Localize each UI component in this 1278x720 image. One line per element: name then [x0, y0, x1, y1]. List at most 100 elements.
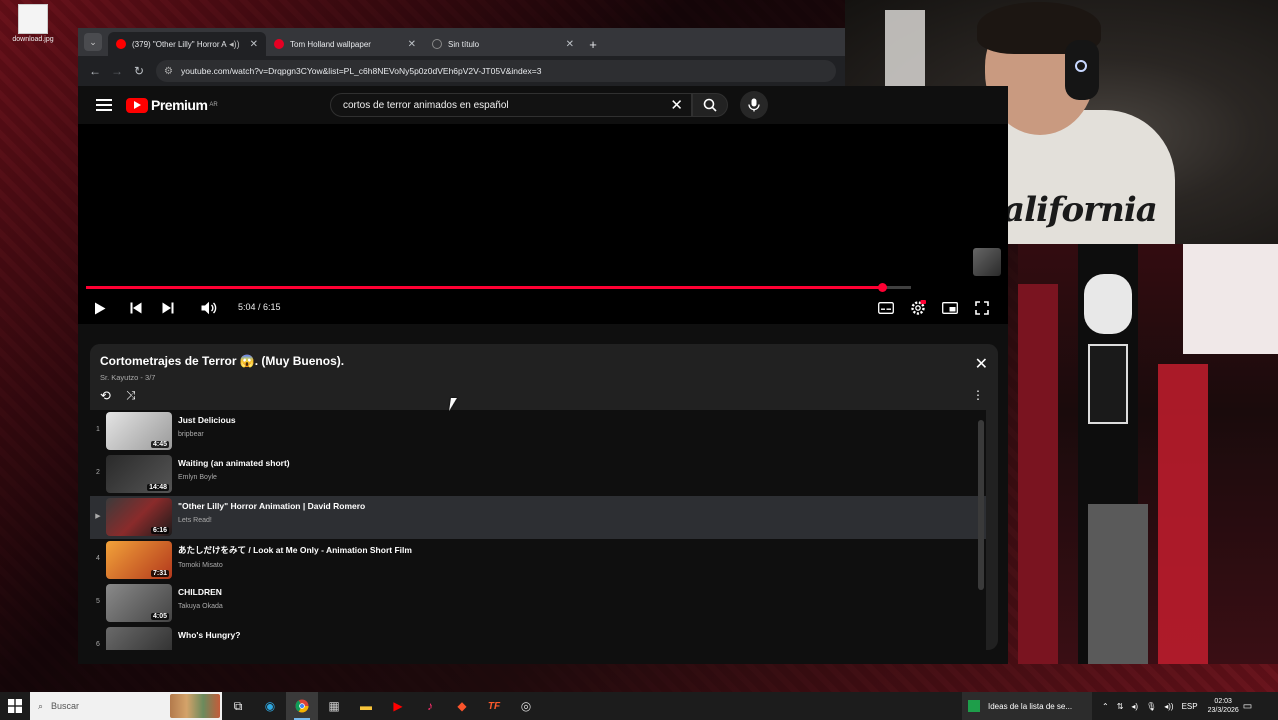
language-indicator[interactable]: ESP: [1182, 702, 1198, 711]
speaker-tray-icon[interactable]: ◂)): [1164, 702, 1173, 711]
video-title[interactable]: Who's Hungry?: [178, 630, 240, 640]
search-query-text: cortos de terror animados en español: [343, 99, 509, 111]
search-icon: [703, 98, 717, 112]
loop-playlist-icon[interactable]: ⟲: [100, 388, 111, 404]
youtube-app-icon[interactable]: ▶: [382, 692, 414, 720]
playlist-item[interactable]: 1 4:45 Just Delicious bripbear: [90, 410, 986, 453]
desktop-file-label: download.jpg: [12, 36, 54, 43]
art-red-sign: [1158, 364, 1208, 664]
clear-search-icon[interactable]: ✕: [670, 96, 683, 114]
playlist-item-index: 6: [96, 641, 100, 648]
previous-button[interactable]: [126, 298, 146, 318]
youtube-logo[interactable]: Premium AR: [126, 97, 218, 113]
new-tab-plus-icon[interactable]: +: [582, 32, 604, 56]
video-title[interactable]: Just Delicious: [178, 415, 236, 425]
video-duration: 4:05: [150, 613, 169, 620]
more-options-icon[interactable]: ⋮: [972, 388, 984, 402]
microphone-icon: [748, 98, 760, 112]
notification-center-icon[interactable]: ▭: [1243, 701, 1252, 712]
gear-icon: [911, 300, 926, 315]
channel-watermark[interactable]: [973, 248, 1001, 276]
playlist-item-current[interactable]: ▶ 6:16 "Other Lilly" Horror Animation | …: [90, 496, 986, 539]
forward-arrow-icon[interactable]: →: [106, 60, 128, 82]
video-thumbnail[interactable]: 7:31: [106, 541, 172, 579]
mic-tray-icon[interactable]: 🎙: [1146, 702, 1156, 711]
audio-playing-icon[interactable]: ◂)): [229, 39, 240, 50]
video-title[interactable]: "Other Lilly" Horror Animation | David R…: [178, 501, 365, 511]
task-view-icon[interactable]: ⧉: [222, 692, 254, 720]
address-bar[interactable]: ⚙ youtube.com/watch?v=Drqpgn3CYow&list=P…: [156, 60, 836, 82]
running-app-title: Ideas de la lista de se...: [988, 701, 1073, 711]
tiktok-icon[interactable]: ♪: [414, 692, 446, 720]
playlist-item[interactable]: 2 14:48 Waiting (an animated short) Emly…: [90, 453, 986, 496]
image-file-icon: [18, 4, 48, 34]
video-title[interactable]: Waiting (an animated short): [178, 458, 290, 468]
playlist-item[interactable]: 4 7:31 あたしだけをみて / Look at Me Only - Anim…: [90, 539, 986, 582]
reload-icon[interactable]: ↻: [128, 60, 150, 82]
back-arrow-icon[interactable]: ←: [84, 60, 106, 82]
video-channel: Takuya Okada: [178, 603, 223, 610]
running-app-button[interactable]: Ideas de la lista de se...: [962, 692, 1092, 720]
playlist-scrollbar[interactable]: [978, 420, 984, 590]
volume-tray-icon[interactable]: ◂): [1131, 702, 1138, 711]
video-duration: 4:45: [150, 441, 169, 448]
miniplayer-button[interactable]: [940, 298, 960, 318]
voice-search-button[interactable]: [740, 91, 768, 119]
fl-studio-icon[interactable]: TF: [478, 692, 510, 720]
search-input[interactable]: cortos de terror animados en español ✕: [330, 93, 692, 117]
obs-recording-icon[interactable]: ◎: [510, 692, 542, 720]
tab-pinterest[interactable]: Tom Holland wallpaper ✕: [266, 32, 424, 56]
edge-browser-icon[interactable]: ◉: [254, 692, 286, 720]
system-tray: ⌃ ⇅ ◂) 🎙 ◂)) ESP 02:03 23/3/2026 ▭: [1098, 697, 1256, 715]
tab-strip: ⌄ (379) "Other Lilly" Horror A ◂)) ✕ Tom…: [78, 28, 845, 56]
video-thumbnail[interactable]: 4:45: [106, 412, 172, 450]
search-button[interactable]: [692, 93, 728, 117]
video-progress-bar[interactable]: [86, 283, 911, 292]
progress-fill: [86, 286, 883, 289]
settings-button[interactable]: [908, 298, 928, 318]
video-thumbnail[interactable]: 6:16: [106, 498, 172, 536]
fullscreen-icon: [975, 301, 989, 315]
video-title[interactable]: CHILDREN: [178, 587, 223, 597]
taskbar-clock[interactable]: 02:03 23/3/2026: [1208, 697, 1239, 715]
close-playlist-icon[interactable]: ✕: [975, 354, 988, 374]
play-button[interactable]: [90, 298, 110, 318]
playlist-item[interactable]: 5 4:05 CHILDREN Takuya Okada: [90, 582, 986, 625]
calendar-app-icon[interactable]: ▦: [318, 692, 350, 720]
chrome-icon[interactable]: [286, 692, 318, 720]
playlist-title[interactable]: Cortometrajes de Terror 😱. (Muy Buenos).: [100, 354, 344, 368]
start-button[interactable]: [0, 692, 30, 720]
shuffle-icon[interactable]: ⤨: [126, 388, 136, 403]
now-playing-icon: ▶: [95, 513, 101, 520]
network-icon[interactable]: ⇅: [1117, 702, 1124, 711]
playlist-item[interactable]: 6 Who's Hungry?: [90, 625, 986, 650]
progress-scrubber-handle[interactable]: [878, 283, 888, 292]
brave-browser-icon[interactable]: ◆: [446, 692, 478, 720]
site-info-icon[interactable]: ⚙: [164, 66, 173, 77]
video-title[interactable]: あたしだけをみて / Look at Me Only - Animation S…: [178, 544, 412, 556]
desktop-file-icon[interactable]: download.jpg: [8, 4, 58, 43]
volume-button[interactable]: [198, 298, 220, 318]
search-icon: ⌕: [38, 700, 44, 711]
tab-youtube[interactable]: (379) "Other Lilly" Horror A ◂)) ✕: [108, 32, 266, 56]
tab-close-icon[interactable]: ✕: [566, 39, 574, 50]
taskbar-search-box[interactable]: ⌕ Buscar: [30, 692, 222, 720]
video-thumbnail[interactable]: 4:05: [106, 584, 172, 622]
art-rose-sign: [1084, 274, 1132, 334]
windows-logo-icon: [8, 699, 22, 713]
tab-untitled[interactable]: Sin título ✕: [424, 32, 582, 56]
hamburger-menu-icon[interactable]: [96, 96, 112, 114]
file-explorer-icon[interactable]: ▬: [350, 692, 382, 720]
video-thumbnail[interactable]: 14:48: [106, 455, 172, 493]
tab-search-chevron-icon[interactable]: ⌄: [84, 33, 102, 51]
video-player[interactable]: 5:04 / 6:15: [78, 124, 1008, 324]
tray-overflow-chevron-icon[interactable]: ⌃: [1102, 702, 1109, 711]
video-thumbnail[interactable]: [106, 627, 172, 650]
tab-close-icon[interactable]: ✕: [250, 39, 258, 50]
next-button[interactable]: [158, 298, 178, 318]
subtitles-button[interactable]: [876, 298, 896, 318]
fullscreen-button[interactable]: [972, 298, 992, 318]
video-channel: bripbear: [178, 431, 204, 438]
subtitles-icon: [878, 302, 894, 314]
tab-close-icon[interactable]: ✕: [408, 39, 416, 50]
